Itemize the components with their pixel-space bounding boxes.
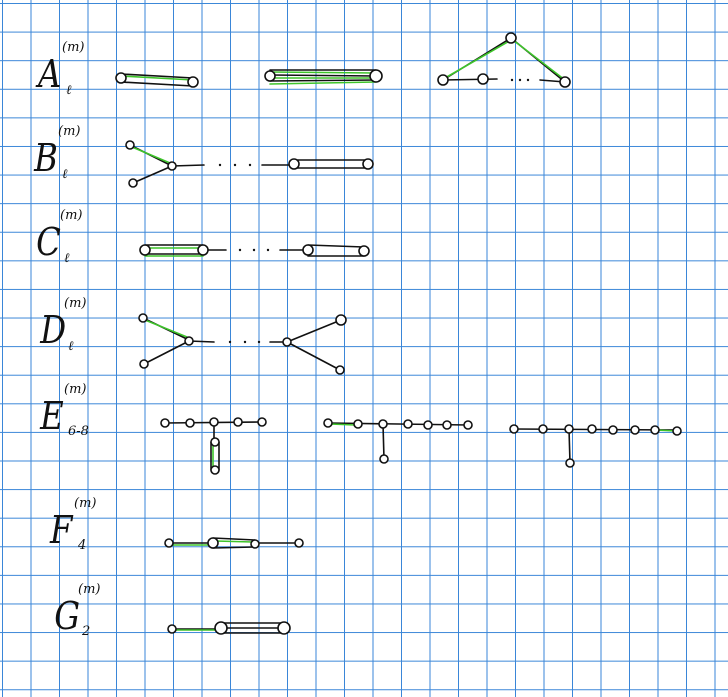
node (214, 621, 228, 635)
node (164, 538, 174, 548)
node (538, 424, 548, 434)
node (353, 419, 363, 429)
dynkin-diagrams (115, 32, 682, 635)
diagram-A-multiple (264, 69, 383, 85)
diagram-G2 (167, 621, 291, 635)
node (288, 158, 300, 170)
node (125, 140, 135, 150)
node (139, 359, 149, 369)
node (672, 426, 682, 436)
node (335, 314, 347, 326)
node (630, 425, 640, 435)
node (335, 365, 345, 375)
node (362, 158, 374, 170)
diagram-D (138, 313, 347, 375)
node (264, 70, 276, 82)
node (277, 621, 291, 635)
node (379, 454, 389, 464)
node (378, 419, 388, 429)
diagram-C (139, 244, 370, 257)
diagram-E8 (509, 424, 682, 468)
diagram-E6 (160, 417, 267, 475)
node (115, 72, 127, 84)
node (559, 76, 571, 88)
node (608, 425, 618, 435)
node (210, 437, 220, 447)
node (185, 418, 195, 428)
node (167, 161, 177, 171)
node (294, 538, 304, 548)
diagram-A-cycle (437, 32, 571, 88)
node (128, 178, 138, 188)
node (565, 458, 575, 468)
node (509, 424, 519, 434)
node (369, 69, 383, 83)
node (209, 417, 219, 427)
node (138, 313, 148, 323)
node (139, 244, 151, 256)
node (257, 417, 267, 427)
node (210, 465, 220, 475)
node (233, 417, 243, 427)
diagram-E7 (323, 418, 473, 464)
node (564, 424, 574, 434)
node (437, 74, 449, 86)
node (463, 420, 473, 430)
node (160, 418, 170, 428)
node (442, 420, 452, 430)
node (197, 244, 209, 256)
node (282, 337, 292, 347)
node (323, 418, 333, 428)
node (403, 419, 413, 429)
node (423, 420, 433, 430)
node (250, 539, 260, 549)
diagram-F4 (164, 537, 304, 549)
node (505, 32, 517, 44)
diagram-A-double (115, 72, 199, 88)
node (167, 624, 177, 634)
node (207, 537, 219, 549)
node (184, 336, 194, 346)
diagram-B (125, 140, 374, 188)
node (302, 244, 314, 256)
node (187, 76, 199, 88)
node (358, 245, 370, 257)
node (477, 73, 489, 85)
node (650, 425, 660, 435)
node (587, 424, 597, 434)
